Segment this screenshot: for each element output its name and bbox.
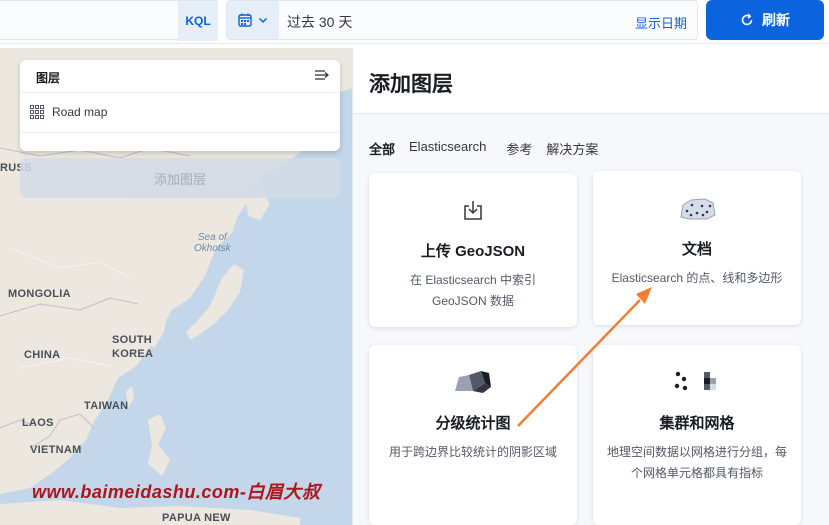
flyout-header: 添加图层 xyxy=(353,48,829,114)
card-documents[interactable]: 文档 Elasticsearch 的点、线和多边形 xyxy=(593,171,801,325)
map-label-china: CHINA xyxy=(24,349,61,361)
show-dates-link[interactable]: 显示日期 xyxy=(635,13,687,32)
chevron-down-icon xyxy=(258,17,268,24)
source-tabs: 全部 Elasticsearch 参考 解决方案 xyxy=(369,139,598,158)
refresh-icon xyxy=(741,13,753,26)
map-label-korea: KOREA xyxy=(112,348,154,360)
tab-reference[interactable]: 参考 xyxy=(506,139,532,158)
map-label-south: SOUTH xyxy=(112,334,152,346)
grid-icon xyxy=(30,105,44,119)
card-title: 分级统计图 xyxy=(435,415,511,432)
card-description: 地理空间数据以网格进行分组，每个网格单元格都具有指标 xyxy=(607,445,788,480)
collapse-layers-button[interactable] xyxy=(314,68,330,87)
date-picker[interactable]: 过去 30 天 显示日期 xyxy=(226,0,698,40)
calendar-icon xyxy=(238,13,252,27)
map-label-mongolia: MONGOLIA xyxy=(8,288,71,300)
map-label-papua: PAPUA NEW xyxy=(162,512,231,524)
date-range-text[interactable]: 过去 30 天 xyxy=(287,12,352,32)
card-description: Elasticsearch 的点、线和多边形 xyxy=(611,271,783,285)
flyout-title: 添加图层 xyxy=(369,73,453,96)
card-description: 用于跨边界比较统计的阴影区域 xyxy=(388,445,557,459)
watermark-text: www.baimeidashu.com-白眉大叔 xyxy=(32,482,321,502)
map-label-sea: Sea of Okhotsk xyxy=(194,232,231,254)
clusters-icon xyxy=(593,369,801,393)
query-language-button[interactable]: KQL xyxy=(178,1,218,41)
tab-solutions[interactable]: 解决方案 xyxy=(546,139,598,158)
quick-menu-button[interactable] xyxy=(227,1,279,39)
card-upload-geojson[interactable]: 上传 GeoJSON 在 Elasticsearch 中索引 GeoJSON 数… xyxy=(369,173,577,327)
card-choropleth[interactable]: 分级统计图 用于跨边界比较统计的阴影区域 xyxy=(369,345,577,525)
map-label-laos: LAOS xyxy=(22,417,54,429)
tab-elasticsearch[interactable]: Elasticsearch xyxy=(409,139,486,158)
choropleth-icon xyxy=(369,369,577,395)
refresh-button[interactable]: 刷新 xyxy=(706,0,824,40)
card-title: 上传 GeoJSON xyxy=(420,243,526,260)
map-label-taiwan: TAIWAN xyxy=(84,400,129,412)
top-bar: KQL 过去 30 天 显示日期 刷新 xyxy=(0,0,829,44)
documents-icon xyxy=(593,197,801,221)
collapse-icon xyxy=(315,70,330,80)
layer-item-label: Road map xyxy=(52,105,108,119)
map-label-vietnam: VIETNAM xyxy=(30,444,82,456)
card-title: 文档 xyxy=(681,241,712,258)
layer-item-road-map[interactable]: Road map xyxy=(30,105,107,119)
add-layer-flyout: 添加图层 全部 Elasticsearch 参考 解决方案 上传 GeoJSON… xyxy=(352,48,829,525)
card-clusters-grids[interactable]: 集群和网格 地理空间数据以网格进行分组，每个网格单元格都具有指标 xyxy=(593,345,801,525)
tab-all[interactable]: 全部 xyxy=(369,139,395,158)
card-title: 集群和网格 xyxy=(659,415,735,432)
layer-control-title: 图层 xyxy=(36,71,61,85)
layer-control-panel: 图层 Road map xyxy=(20,60,340,151)
divider xyxy=(20,132,340,133)
query-input[interactable]: KQL xyxy=(0,0,218,41)
divider xyxy=(20,92,340,93)
import-icon xyxy=(369,199,577,223)
add-layer-button[interactable]: 添加图层 xyxy=(20,158,340,198)
card-description: 在 Elasticsearch 中索引 GeoJSON 数据 xyxy=(409,273,537,308)
refresh-label: 刷新 xyxy=(762,12,790,28)
